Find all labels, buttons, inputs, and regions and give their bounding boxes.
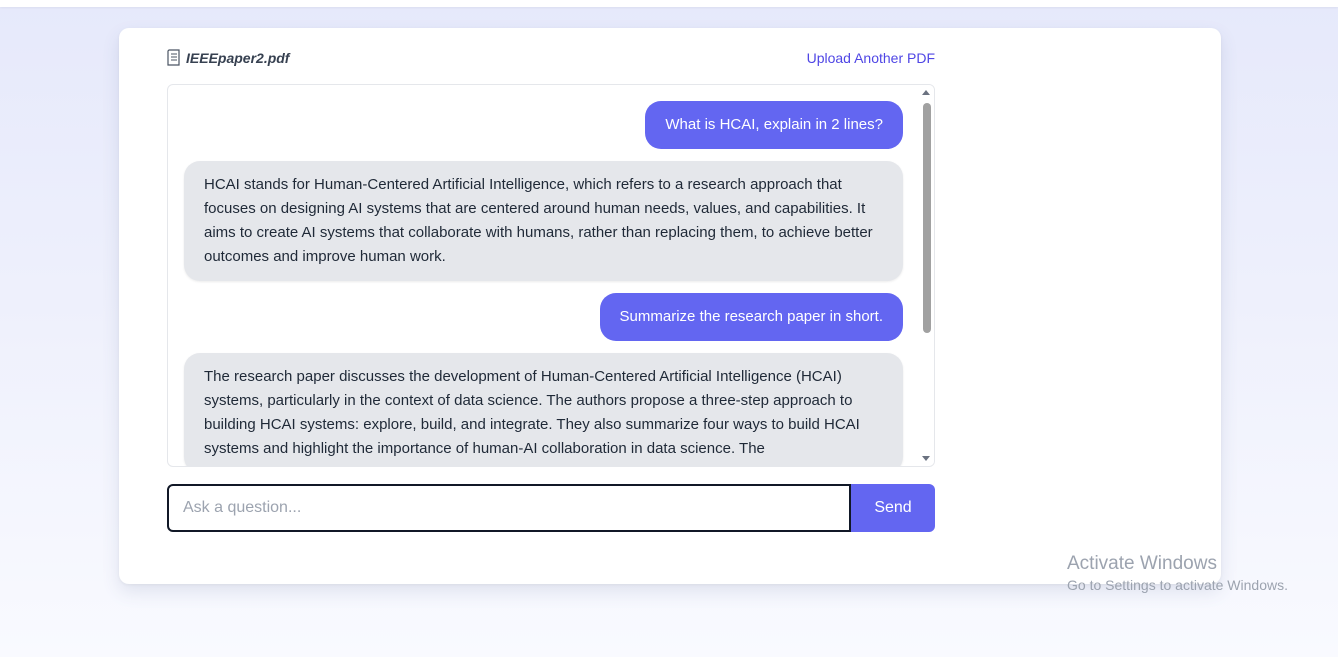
watermark-subtitle: Go to Settings to activate Windows. — [1067, 577, 1288, 593]
scroll-up-arrow-icon[interactable] — [922, 90, 930, 95]
scrollbar-thumb[interactable] — [923, 103, 931, 333]
file-name: IEEEpaper2.pdf — [186, 49, 290, 66]
file-header: IEEEpaper2.pdf Upload Another PDF — [167, 49, 935, 69]
assistant-message: The research paper discusses the develop… — [184, 353, 903, 466]
question-input[interactable] — [167, 484, 851, 532]
top-bar — [0, 0, 1338, 7]
scroll-down-arrow-icon[interactable] — [922, 456, 930, 461]
chat-messages[interactable]: What is HCAI, explain in 2 lines? HCAI s… — [167, 84, 935, 467]
chat-scrollbar[interactable] — [919, 85, 934, 466]
question-input-row: Send — [167, 484, 935, 532]
file-name-label: IEEEpaper2.pdf — [167, 49, 289, 66]
document-icon — [167, 49, 181, 66]
upload-another-pdf-link[interactable]: Upload Another PDF — [807, 50, 935, 66]
user-message: Summarize the research paper in short. — [599, 293, 903, 341]
send-button[interactable]: Send — [851, 484, 935, 532]
watermark-title: Activate Windows — [1067, 553, 1217, 574]
activate-windows-watermark: Activate Windows Go to Settings to activ… — [1067, 552, 1288, 594]
assistant-message: HCAI stands for Human-Centered Artificia… — [184, 161, 903, 281]
user-message: What is HCAI, explain in 2 lines? — [645, 101, 903, 149]
